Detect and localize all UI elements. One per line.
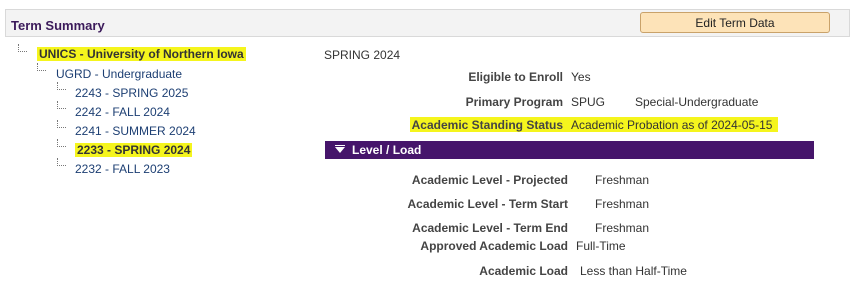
level-end-value: Freshman <box>595 221 650 235</box>
tree-node-term[interactable]: 2241 - SUMMER 2024 <box>75 124 196 138</box>
level-projected-value: Freshman <box>595 173 650 187</box>
edit-term-data-button[interactable]: Edit Term Data <box>640 12 830 33</box>
program-description: Special-Undergraduate <box>635 95 759 109</box>
tree-connector <box>57 101 66 109</box>
eligible-label: Eligible to Enroll <box>468 70 563 84</box>
level-load-section-header[interactable]: Level / Load <box>325 141 814 159</box>
page-title: Term Summary <box>11 18 105 33</box>
standing-value: Academic Probation as of 2024-05-15 <box>571 118 773 132</box>
level-start-label: Academic Level - Term Start <box>407 197 568 211</box>
load-label: Academic Load <box>479 264 568 278</box>
term-heading: SPRING 2024 <box>324 48 401 62</box>
tree-connector <box>57 120 66 128</box>
eligible-value: Yes <box>571 70 591 84</box>
level-end-label: Academic Level - Term End <box>412 221 568 235</box>
tree-node-institution[interactable]: UNICS - University of Northern Iowa <box>37 47 246 61</box>
tree-node-term-selected[interactable]: 2233 - SPRING 2024 <box>75 143 193 157</box>
standing-label: Academic Standing Status <box>411 118 563 132</box>
tree-connector <box>57 158 66 166</box>
program-code: SPUG <box>571 95 606 109</box>
tree-node-career[interactable]: UGRD - Undergraduate <box>56 67 182 81</box>
load-value: Less than Half-Time <box>580 264 687 278</box>
approved-load-label: Approved Academic Load <box>420 239 568 253</box>
level-projected-label: Academic Level - Projected <box>411 173 568 187</box>
approved-load-value: Full-Time <box>576 239 626 253</box>
tree-node-term[interactable]: 2232 - FALL 2023 <box>75 162 170 176</box>
tree-node-term[interactable]: 2243 - SPRING 2025 <box>75 86 188 100</box>
level-start-value: Freshman <box>595 197 650 211</box>
tree-connector <box>57 82 66 90</box>
section-title: Level / Load <box>352 143 422 157</box>
tree-connector <box>18 44 27 52</box>
tree-connector <box>37 63 46 71</box>
tree-node-term[interactable]: 2242 - FALL 2024 <box>75 105 170 119</box>
collapse-icon[interactable] <box>335 145 345 155</box>
program-label: Primary Program <box>465 95 563 109</box>
tree-connector <box>57 139 66 147</box>
